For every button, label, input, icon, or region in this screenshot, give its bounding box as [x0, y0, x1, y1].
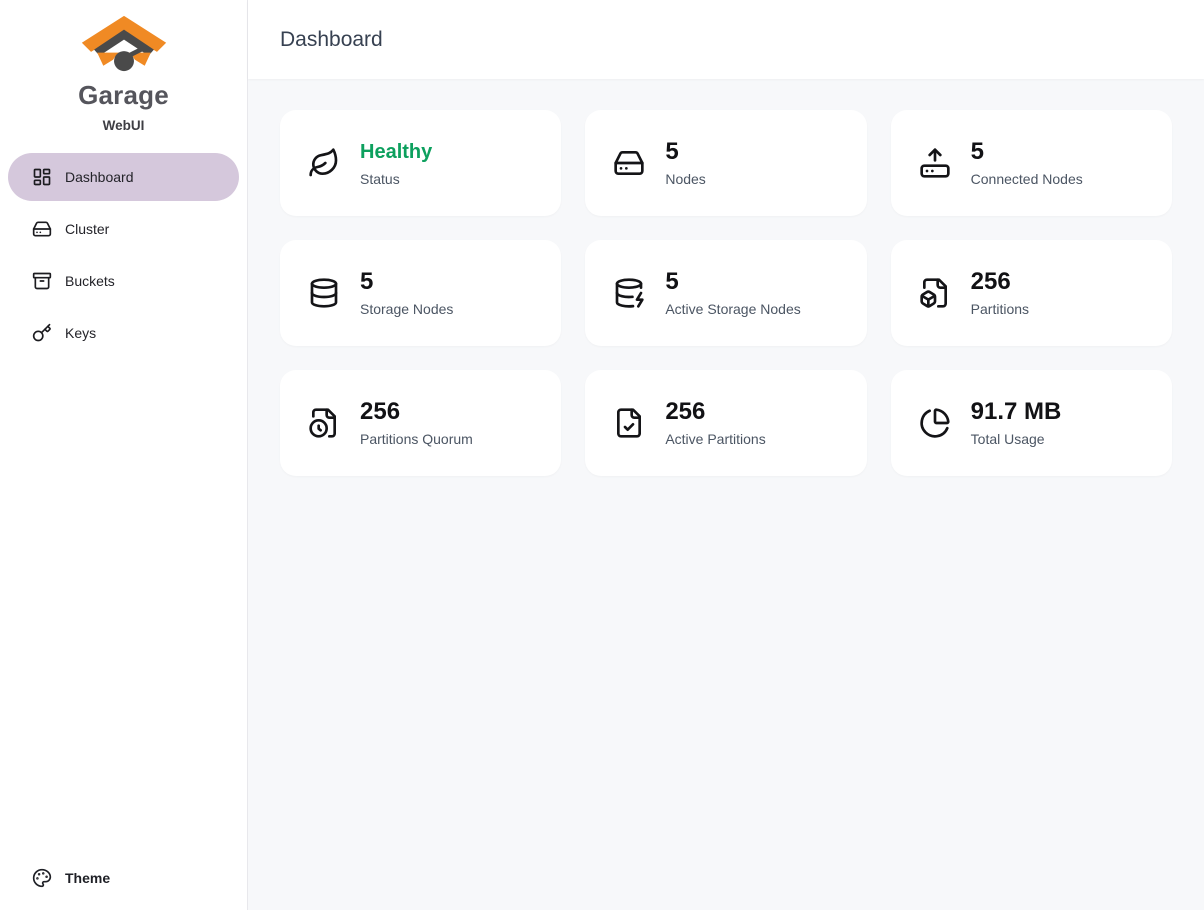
chart-pie-icon: [919, 407, 951, 439]
stat-label: Total Usage: [971, 430, 1062, 449]
sidebar-item-label: Cluster: [65, 221, 109, 237]
main-area: Dashboard Healthy Status: [248, 0, 1204, 910]
stats-grid: Healthy Status 5 Nodes: [280, 110, 1172, 476]
stat-value: 5: [665, 267, 800, 297]
stat-label: Active Storage Nodes: [665, 300, 800, 319]
stat-card-active-partitions: 256 Active Partitions: [585, 370, 866, 476]
logo-subtitle: WebUI: [8, 118, 239, 133]
stat-card-storage-nodes: 5 Storage Nodes: [280, 240, 561, 346]
page-header: Dashboard: [248, 0, 1204, 79]
stat-value: 5: [665, 137, 705, 167]
stat-value: 256: [971, 267, 1029, 297]
stat-value: 5: [971, 137, 1083, 167]
palette-icon: [32, 868, 52, 888]
sidebar-nav: Dashboard Cluster Buckets Keys: [8, 153, 239, 357]
stat-value: 5: [360, 267, 453, 297]
stat-label: Nodes: [665, 170, 705, 189]
sidebar-item-cluster[interactable]: Cluster: [8, 205, 239, 253]
logo-title: Garage: [8, 80, 239, 111]
sidebar-item-dashboard[interactable]: Dashboard: [8, 153, 239, 201]
stat-card-nodes: 5 Nodes: [585, 110, 866, 216]
file-check-icon: [613, 407, 645, 439]
logo: Garage WebUI: [8, 0, 239, 133]
sidebar-item-buckets[interactable]: Buckets: [8, 257, 239, 305]
file-box-icon: [919, 277, 951, 309]
dashboard-content: Healthy Status 5 Nodes: [248, 79, 1204, 910]
stat-label: Storage Nodes: [360, 300, 453, 319]
sidebar-item-label: Buckets: [65, 273, 115, 289]
theme-button[interactable]: Theme: [8, 854, 239, 902]
sidebar-item-label: Dashboard: [65, 169, 134, 185]
stat-value: 91.7 MB: [971, 397, 1062, 427]
stat-card-connected-nodes: 5 Connected Nodes: [891, 110, 1172, 216]
hard-drive-icon: [32, 219, 52, 239]
stat-label: Partitions: [971, 300, 1029, 319]
page-title: Dashboard: [280, 28, 383, 52]
database-zap-icon: [613, 277, 645, 309]
stat-label: Active Partitions: [665, 430, 765, 449]
stat-card-status: Healthy Status: [280, 110, 561, 216]
stat-card-total-usage: 91.7 MB Total Usage: [891, 370, 1172, 476]
stat-label: Partitions Quorum: [360, 430, 473, 449]
hard-drive-upload-icon: [919, 147, 951, 179]
sidebar-item-keys[interactable]: Keys: [8, 309, 239, 357]
layout-dashboard-icon: [32, 167, 52, 187]
sidebar: Garage WebUI Dashboard Cluster Buckets: [0, 0, 248, 910]
stat-label: Status: [360, 170, 432, 189]
sidebar-footer: Theme: [8, 854, 239, 910]
theme-label: Theme: [65, 870, 110, 886]
stat-card-partitions-quorum: 256 Partitions Quorum: [280, 370, 561, 476]
archive-icon: [32, 271, 52, 291]
key-icon: [32, 323, 52, 343]
stat-value: Healthy: [360, 137, 432, 167]
stat-value: 256: [360, 397, 473, 427]
hard-drive-icon: [613, 147, 645, 179]
leaf-icon: [308, 147, 340, 179]
stat-label: Connected Nodes: [971, 170, 1083, 189]
sidebar-item-label: Keys: [65, 325, 96, 341]
database-icon: [308, 277, 340, 309]
stat-value: 256: [665, 397, 765, 427]
stat-card-active-storage-nodes: 5 Active Storage Nodes: [585, 240, 866, 346]
garage-logo-icon: [78, 14, 170, 76]
file-clock-icon: [308, 407, 340, 439]
stat-card-partitions: 256 Partitions: [891, 240, 1172, 346]
